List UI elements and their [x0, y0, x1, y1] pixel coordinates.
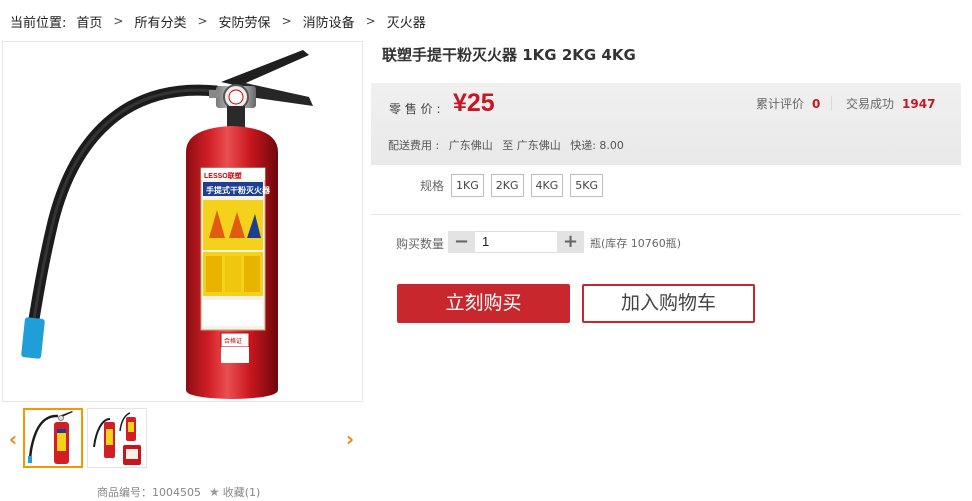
extinguisher-label-brand: LESSO联塑 — [204, 171, 242, 180]
breadcrumb-fire-equipment[interactable]: 消防设备 — [303, 12, 355, 31]
thumbnail-1[interactable] — [23, 408, 83, 468]
fire-extinguisher-set-thumbnail — [93, 412, 141, 465]
shipping-express: 快递: 8.00 — [570, 139, 624, 152]
breadcrumb-label: 当前位置: — [10, 15, 67, 31]
buy-now-button[interactable]: 立刻购买 — [397, 284, 570, 323]
breadcrumb-current[interactable]: 灭火器 — [387, 12, 426, 31]
thumbnail-next-arrow-icon[interactable]: › — [344, 428, 356, 450]
breadcrumb-separator: > — [113, 14, 124, 28]
thumbnail-2[interactable] — [87, 408, 147, 468]
review-count: 0 — [812, 97, 821, 111]
extinguisher-label-title: 手提式干粉灭火器 — [206, 185, 271, 195]
favorite-label: 收藏(1) — [222, 486, 261, 499]
product-code: 商品编号：1004505 — [97, 486, 201, 499]
breadcrumb-home[interactable]: 首页 — [76, 12, 102, 31]
stat-divider — [831, 96, 832, 110]
main-product-image[interactable]: LESSO联塑 手提式干粉灭火器 合格证 — [2, 41, 363, 402]
breadcrumb-separator: > — [281, 14, 292, 28]
thumbnail-prev-arrow-icon[interactable]: ‹ — [7, 428, 19, 450]
favorite-button[interactable]: ★ 收藏(1) — [209, 484, 260, 500]
shipping-info: 配送费用 : 广东佛山 至 广东佛山 快递: 8.00 — [388, 137, 630, 153]
breadcrumb: 当前位置: 首页 > 所有分类 > 安防劳保 > 消防设备 > 灭火器 — [10, 11, 426, 31]
quantity-decrease-button[interactable]: − — [448, 231, 475, 253]
quantity-label: 购买数量 — [396, 237, 445, 251]
price-label: 零 售 价 : — [389, 102, 441, 116]
price-panel: 零 售 价 : ¥25 累计评价 0 交易成功 1947 配送费用 : 广东佛山… — [371, 83, 961, 165]
shipping-to: 至 广东佛山 — [502, 139, 561, 152]
quantity-stepper: − 1 + — [448, 231, 584, 253]
section-divider — [371, 214, 961, 215]
product-meta: 商品编号：1004505 ★ 收藏(1) — [97, 484, 260, 500]
shipping-label: 配送费用 : — [388, 139, 440, 152]
spec-option-4kg[interactable]: 4KG — [530, 174, 564, 197]
spec-option-1kg[interactable]: 1KG — [451, 174, 484, 197]
sales-count: 1947 — [902, 97, 936, 111]
shipping-from: 广东佛山 — [448, 139, 493, 152]
extinguisher-cert-label: 合格证 — [224, 337, 242, 345]
spec-option-5kg[interactable]: 5KG — [570, 174, 603, 197]
product-title: 联塑手提干粉灭火器 1KG 2KG 4KG — [382, 46, 636, 64]
star-icon: ★ — [209, 485, 220, 499]
price-value: ¥25 — [453, 89, 495, 117]
quantity-input[interactable]: 1 — [475, 231, 557, 253]
spec-options: 1KG 2KG 4KG 5KG — [451, 174, 610, 197]
review-stat[interactable]: 累计评价 0 — [756, 95, 820, 112]
sales-stat: 交易成功 1947 — [846, 95, 935, 112]
sales-label: 交易成功 — [846, 97, 895, 111]
spec-option-2kg[interactable]: 2KG — [490, 174, 524, 197]
breadcrumb-separator: > — [197, 14, 208, 28]
spec-label: 规格 — [420, 179, 445, 193]
add-to-cart-button[interactable]: 加入购物车 — [582, 284, 755, 323]
breadcrumb-separator: > — [365, 14, 376, 28]
review-label: 累计评价 — [756, 97, 805, 111]
fire-extinguisher-thumbnail — [28, 411, 73, 464]
fire-extinguisher-photo: LESSO联塑 手提式干粉灭火器 合格证 — [21, 50, 313, 399]
quantity-increase-button[interactable]: + — [557, 231, 584, 253]
stock-info: 瓶(库存 10760瓶) — [590, 237, 682, 250]
breadcrumb-safety[interactable]: 安防劳保 — [219, 12, 271, 31]
breadcrumb-all-categories[interactable]: 所有分类 — [134, 12, 186, 31]
